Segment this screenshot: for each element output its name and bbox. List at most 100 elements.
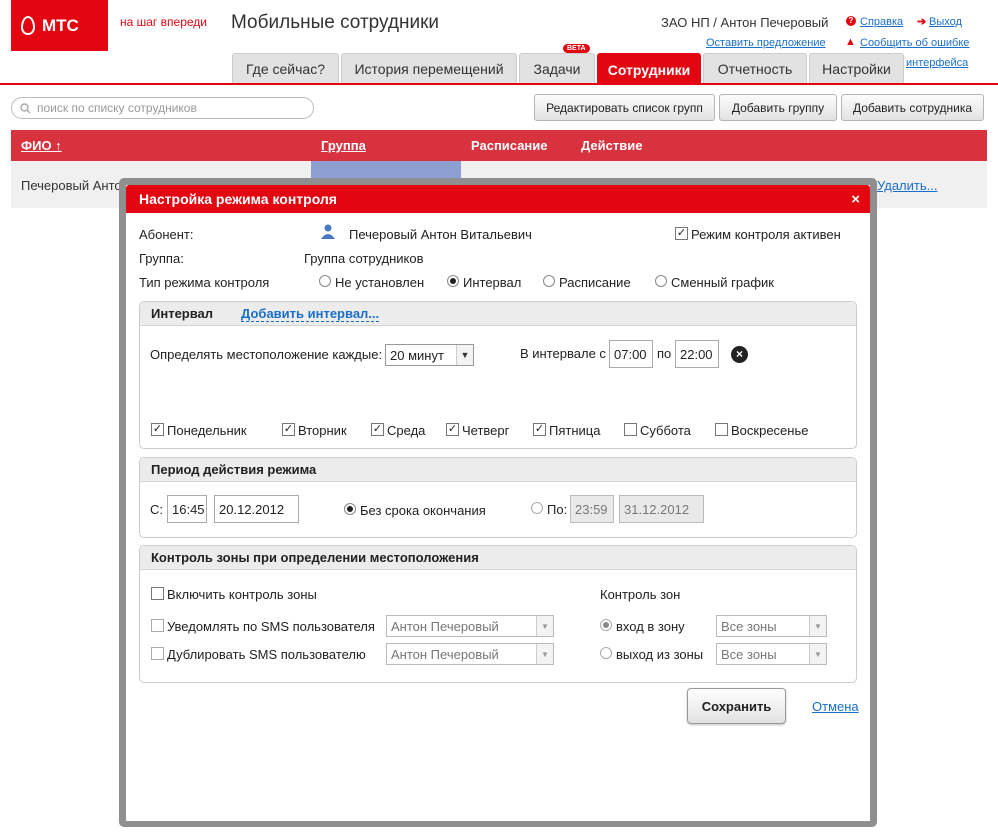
cancel-link[interactable]: Отмена <box>812 699 859 714</box>
row-employee-name: Печеровый Анто <box>21 178 122 193</box>
column-group[interactable]: Группа <box>321 138 366 153</box>
close-icon[interactable]: × <box>851 191 860 208</box>
column-action: Действие <box>581 138 643 153</box>
day-checkbox-sun[interactable] <box>715 423 728 436</box>
edit-groups-button[interactable]: Редактировать список групп <box>534 94 715 121</box>
zone-exit-radio[interactable] <box>600 647 612 659</box>
add-interval-link[interactable]: Добавить интервал... <box>241 306 380 322</box>
logout-link[interactable]: Выход <box>929 16 962 28</box>
locate-label: Определять местоположение каждые: <box>150 347 383 362</box>
range-to-label: по <box>657 346 672 361</box>
range-label: В интервале с <box>520 346 606 361</box>
dup-sms-user-select[interactable]: Антон Печеровый ▼ <box>386 643 554 665</box>
user-icon <box>321 224 335 239</box>
save-button[interactable]: Сохранить <box>687 688 786 724</box>
control-mode-dialog: Настройка режима контроля × Абонент: Печ… <box>126 185 870 821</box>
zone-exit-label: выход из зоны <box>616 647 704 662</box>
enable-zone-checkbox[interactable] <box>151 587 164 600</box>
day-label: Среда <box>387 423 426 438</box>
dup-sms-checkbox[interactable] <box>151 647 164 660</box>
dup-sms-label: Дублировать SMS пользователю <box>167 647 366 662</box>
interval-panel: Интервал Добавить интервал... Определять… <box>139 301 857 449</box>
beta-badge: BETA <box>563 44 590 53</box>
mode-option-label: Расписание <box>559 275 631 290</box>
period-to-label: По: <box>547 502 568 517</box>
mts-logo[interactable]: МТС <box>11 0 108 51</box>
search-input[interactable]: поиск по списку сотрудников <box>11 97 314 119</box>
zones-title: Контроль зон <box>600 587 681 602</box>
column-name[interactable]: ФИО ↑ <box>21 138 62 153</box>
no-end-label: Без срока окончания <box>360 503 486 518</box>
day-label: Суббота <box>640 423 691 438</box>
tab-where-now[interactable]: Где сейчас? <box>232 53 339 84</box>
help-link[interactable]: Справка <box>860 16 903 28</box>
column-schedule: Расписание <box>471 138 548 153</box>
period-panel: Период действия режима С: 16:45 20.12.20… <box>139 457 857 538</box>
remove-interval-icon[interactable]: × <box>731 346 748 363</box>
period-to-date-input[interactable]: 31.12.2012 <box>619 495 704 523</box>
suggest-link[interactable]: Оставить предложение <box>706 37 826 49</box>
tab-history[interactable]: История перемещений <box>341 53 517 84</box>
zone-exit-select[interactable]: Все зоны ▼ <box>716 643 827 665</box>
interval-panel-header: Интервал Добавить интервал... <box>140 302 856 326</box>
tab-reports[interactable]: Отчетность <box>703 53 807 84</box>
interval-to-input[interactable]: 22:00 <box>675 340 719 368</box>
notify-sms-label: Уведомлять по SMS пользователя <box>167 619 375 634</box>
enable-zone-label: Включить контроль зоны <box>167 587 317 602</box>
mode-radio-none[interactable] <box>319 275 331 287</box>
add-group-button[interactable]: Добавить группу <box>719 94 837 121</box>
locate-interval-select[interactable]: 20 минут ▼ <box>385 344 474 366</box>
interval-from-input[interactable]: 07:00 <box>609 340 653 368</box>
notify-sms-user-select[interactable]: Антон Печеровый ▼ <box>386 615 554 637</box>
day-label: Воскресенье <box>731 423 809 438</box>
day-checkbox-thu[interactable]: ✓ <box>446 423 459 436</box>
chevron-down-icon: ▼ <box>809 644 826 664</box>
egg-logo-icon <box>21 16 35 35</box>
notify-sms-checkbox[interactable] <box>151 619 164 632</box>
mode-option-label: Не установлен <box>335 275 425 290</box>
report-error-link[interactable]: Сообщить об ошибке <box>860 37 969 49</box>
zone-enter-radio[interactable] <box>600 619 612 631</box>
day-checkbox-wed[interactable]: ✓ <box>371 423 384 436</box>
day-label: Пятница <box>549 423 601 438</box>
day-checkbox-mon[interactable]: ✓ <box>151 423 164 436</box>
zone-enter-select[interactable]: Все зоны ▼ <box>716 615 827 637</box>
chevron-down-icon: ▼ <box>809 616 826 636</box>
day-checkbox-fri[interactable]: ✓ <box>533 423 546 436</box>
mode-active-checkbox[interactable]: ✓ <box>675 227 688 240</box>
mode-radio-shift[interactable] <box>655 275 667 287</box>
period-from-label: С: <box>150 502 163 517</box>
day-checkbox-sat[interactable] <box>624 423 637 436</box>
add-employee-button[interactable]: Добавить сотрудника <box>841 94 984 121</box>
period-from-date-input[interactable]: 20.12.2012 <box>214 495 299 523</box>
no-end-radio[interactable] <box>344 503 356 515</box>
dialog-title: Настройка режима контроля <box>126 185 870 213</box>
tab-employees[interactable]: Сотрудники <box>597 53 701 85</box>
day-checkbox-tue[interactable]: ✓ <box>282 423 295 436</box>
period-from-time-input[interactable]: 16:45 <box>167 495 207 523</box>
zone-panel: Контроль зоны при определении местополож… <box>139 545 857 683</box>
group-label: Группа: <box>139 251 184 266</box>
subscriber-label: Абонент: <box>139 227 194 242</box>
company-user: ЗАО НП / Антон Печеровый <box>661 15 829 30</box>
tab-tasks[interactable]: Задачи <box>519 53 595 84</box>
chevron-down-icon: ▼ <box>456 345 473 365</box>
group-value: Группа сотрудников <box>304 251 424 266</box>
row-delete-link[interactable]: Удалить... <box>877 178 937 193</box>
tab-settings[interactable]: Настройки <box>809 53 904 84</box>
mode-radio-interval[interactable] <box>447 275 459 287</box>
chevron-down-icon: ▼ <box>536 616 553 636</box>
header-divider <box>0 83 998 85</box>
help-icon: ? <box>846 16 856 26</box>
end-date-radio[interactable] <box>531 502 543 514</box>
exit-icon: ➔ <box>917 16 927 28</box>
app-title: Мобильные сотрудники <box>231 12 439 33</box>
mode-type-label: Тип режима контроля <box>139 275 270 290</box>
interface-link[interactable]: интерфейса <box>906 57 968 69</box>
slogan: на шаг впереди <box>120 15 207 29</box>
period-to-time-input[interactable]: 23:59 <box>570 495 614 523</box>
zone-enter-label: вход в зону <box>616 619 685 634</box>
mode-radio-schedule[interactable] <box>543 275 555 287</box>
day-label: Четверг <box>462 423 510 438</box>
day-label: Вторник <box>298 423 347 438</box>
